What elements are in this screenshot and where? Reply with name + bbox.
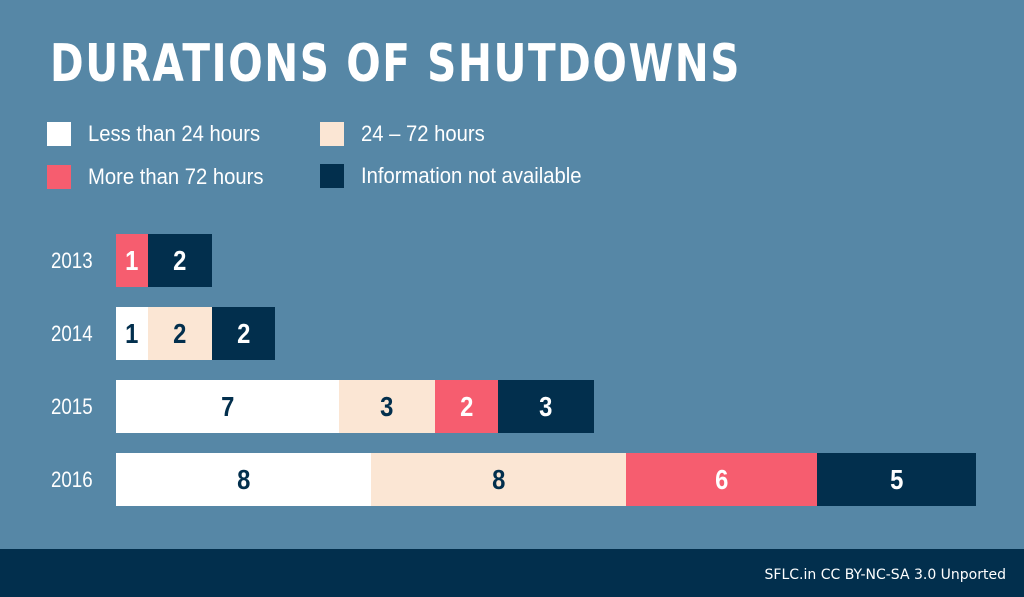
- legend-swatch: [320, 164, 344, 188]
- footer-bar: SFLC.in CC BY-NC-SA 3.0 Unported: [0, 549, 1024, 597]
- legend-item-information-not-available: Information not available: [320, 163, 601, 189]
- data-label: 6: [714, 463, 729, 495]
- legend-label: More than 72 hours: [88, 164, 264, 189]
- year-label-2015: 2015: [51, 394, 93, 419]
- legend-label: Information not available: [361, 163, 582, 188]
- data-label: 8: [236, 463, 251, 495]
- legend-item-24-72-hours: 24 – 72 hours: [320, 121, 496, 147]
- bar-segment-2013-series-3: 2: [148, 234, 212, 287]
- data-label: 2: [236, 317, 251, 349]
- data-label: 7: [220, 390, 235, 422]
- bar-segment-2015-series-0: 7: [116, 380, 339, 433]
- year-label-2016: 2016: [51, 467, 93, 492]
- license-credit: SFLC.in CC BY-NC-SA 3.0 Unported: [764, 567, 1006, 583]
- bar-segment-2016-series-3: 5: [817, 453, 976, 506]
- data-label: 1: [125, 244, 139, 276]
- legend-item-less-than-24-hours: Less than 24 hours: [47, 121, 275, 147]
- legend-label: 24 – 72 hours: [361, 121, 485, 146]
- bar-segment-2014-series-3: 2: [212, 307, 275, 360]
- chart-title: DURATIONS OF SHUTDOWNS: [50, 34, 742, 94]
- legend-item-more-than-72-hours: More than 72 hours: [47, 164, 279, 190]
- legend-label: Less than 24 hours: [88, 121, 261, 146]
- data-label: 5: [889, 463, 904, 495]
- bar-segment-2016-series-2: 6: [626, 453, 817, 506]
- bar-segment-2015-series-3: 3: [498, 380, 594, 433]
- data-label: 8: [491, 463, 506, 495]
- bar-segment-2015-series-2: 2: [435, 380, 498, 433]
- year-label-2014: 2014: [51, 321, 93, 346]
- legend-swatch: [47, 165, 71, 189]
- data-label: 2: [173, 317, 187, 349]
- bar-segment-2014-series-0: 1: [116, 307, 148, 360]
- bar-segment-2016-series-0: 8: [116, 453, 371, 506]
- data-label: 1: [125, 317, 139, 349]
- bar-segment-2015-series-1: 3: [339, 380, 435, 433]
- bar-segment-2016-series-1: 8: [371, 453, 626, 506]
- data-label: 3: [380, 390, 394, 422]
- data-label: 2: [173, 244, 187, 276]
- legend-swatch: [320, 122, 344, 146]
- legend-swatch: [47, 122, 71, 146]
- bar-segment-2014-series-1: 2: [148, 307, 212, 360]
- data-label: 3: [539, 390, 553, 422]
- data-label: 2: [459, 390, 474, 422]
- bar-segment-2013-series-2: 1: [116, 234, 148, 287]
- year-label-2013: 2013: [51, 248, 93, 273]
